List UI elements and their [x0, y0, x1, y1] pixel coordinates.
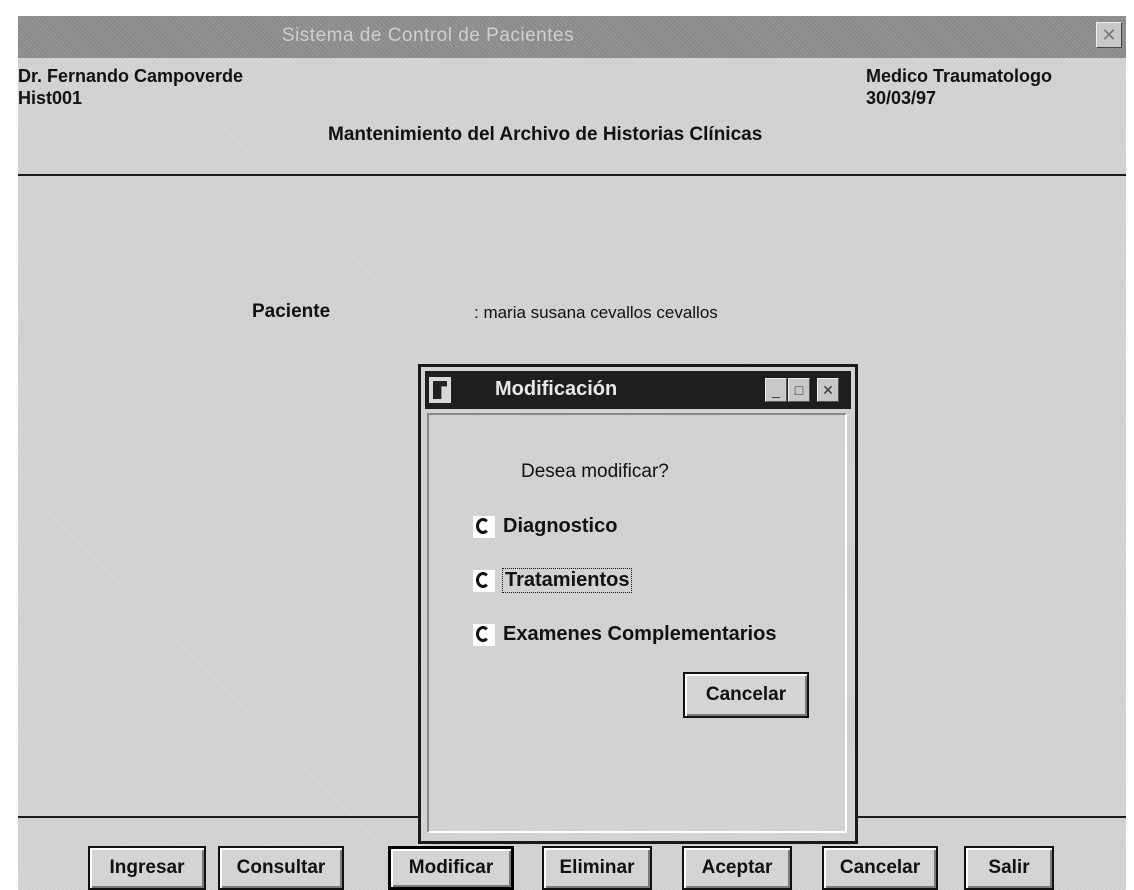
option-label: Diagnostico	[503, 515, 618, 537]
option-label: Examenes Complementarios	[503, 623, 777, 645]
radio-icon[interactable]	[473, 569, 495, 592]
specialty: Medico Traumatologo	[866, 66, 1053, 86]
dialog-title: Modificación	[495, 378, 618, 400]
option-tratamientos[interactable]: Tratamientos	[473, 568, 633, 593]
maximize-icon[interactable]: □	[788, 378, 810, 402]
close-icon[interactable]: ✕	[817, 378, 839, 402]
modificar-button[interactable]: Modificar	[388, 846, 514, 890]
radio-icon[interactable]	[473, 623, 495, 646]
aceptar-button[interactable]: Aceptar	[682, 846, 792, 890]
date: 30/03/97	[866, 88, 937, 108]
ingresar-button[interactable]: Ingresar	[88, 846, 206, 890]
option-diagnostico[interactable]: Diagnostico	[473, 515, 617, 538]
window-title: Sistema de Control de Pacientes	[281, 25, 575, 46]
option-label: Tratamientos	[501, 568, 633, 593]
title-bar[interactable]: Sistema de Control de Pacientes ✕	[18, 16, 1126, 58]
consultar-button[interactable]: Consultar	[218, 846, 344, 890]
dialog-cancel-button[interactable]: Cancelar	[683, 672, 809, 718]
minimize-icon[interactable]: _	[765, 378, 787, 402]
modification-dialog: Modificación _ □ ✕ Desea modificar? Diag…	[418, 364, 858, 844]
salir-button[interactable]: Salir	[964, 846, 1054, 890]
option-examenes[interactable]: Examenes Complementarios	[473, 623, 776, 646]
app-icon[interactable]	[429, 377, 451, 403]
patient-value: : maria susana cevallos cevallos	[474, 303, 718, 322]
main-window: Sistema de Control de Pacientes ✕ Dr. Fe…	[16, 14, 1126, 890]
dialog-title-bar[interactable]: Modificación _ □ ✕	[425, 371, 851, 409]
radio-icon[interactable]	[473, 515, 495, 538]
cancelar-button[interactable]: Cancelar	[822, 846, 938, 890]
form-code: Hist001	[18, 88, 83, 108]
page-subtitle: Mantenimiento del Archivo de Historias C…	[328, 124, 763, 145]
dialog-prompt: Desea modificar?	[521, 461, 669, 482]
header-divider	[18, 174, 1126, 176]
eliminar-button[interactable]: Eliminar	[542, 846, 652, 890]
patient-label: Paciente	[252, 301, 331, 322]
doctor-name: Dr. Fernando Campoverde	[18, 66, 244, 86]
close-icon[interactable]: ✕	[1096, 22, 1122, 48]
